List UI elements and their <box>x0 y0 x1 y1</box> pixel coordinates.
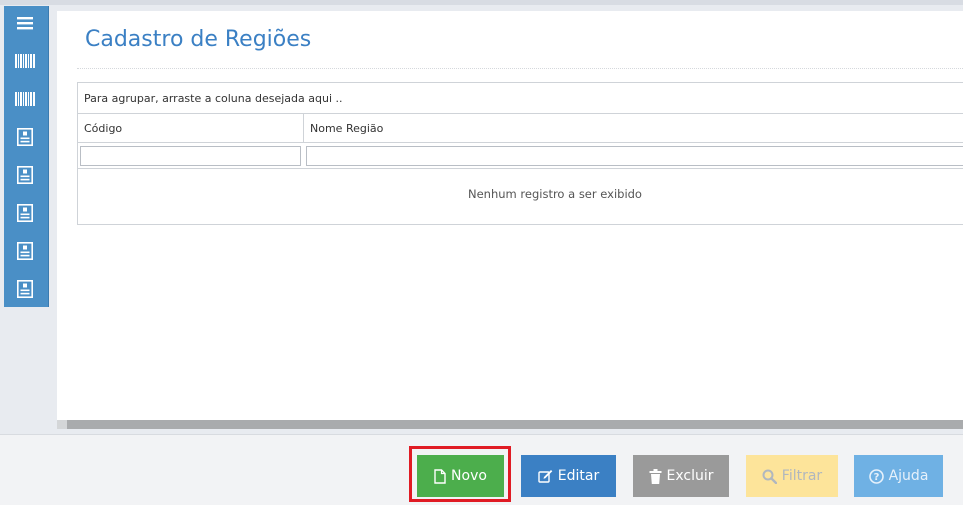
sidebar <box>4 6 49 307</box>
document-icon[interactable] <box>14 240 36 262</box>
filter-input-codigo[interactable] <box>80 146 301 166</box>
filter-row <box>78 143 963 169</box>
data-grid: Para agrupar, arraste a coluna desejada … <box>77 82 963 225</box>
filtrar-button[interactable]: Filtrar <box>746 455 838 497</box>
document-icon[interactable] <box>14 164 36 186</box>
group-by-panel[interactable]: Para agrupar, arraste a coluna desejada … <box>78 83 963 114</box>
document-icon[interactable] <box>14 278 36 300</box>
editar-button[interactable]: Editar <box>521 455 616 497</box>
column-header-codigo[interactable]: Código <box>78 114 304 143</box>
novo-label: Novo <box>451 468 487 484</box>
trash-icon <box>649 468 662 484</box>
document-icon[interactable] <box>14 202 36 224</box>
help-icon: ? <box>868 468 884 484</box>
edit-icon <box>538 469 553 483</box>
menu-icon[interactable] <box>14 12 36 34</box>
content-panel: Cadastro de Regiões Para agrupar, arrast… <box>57 11 963 420</box>
scrollbar-track <box>57 420 67 429</box>
svg-text:?: ? <box>873 472 879 483</box>
top-border <box>0 0 963 5</box>
horizontal-scrollbar[interactable] <box>67 420 963 429</box>
new-file-icon <box>434 468 446 484</box>
filter-input-nome-regiao[interactable] <box>306 146 963 166</box>
barcode-icon[interactable] <box>14 88 36 110</box>
document-icon[interactable] <box>14 126 36 148</box>
empty-message: Nenhum registro a ser exibido <box>468 187 642 201</box>
column-header-nome-regiao[interactable]: Nome Região <box>304 114 963 143</box>
search-icon <box>762 469 777 484</box>
novo-button[interactable]: Novo <box>417 455 504 497</box>
excluir-button[interactable]: Excluir <box>633 455 729 497</box>
barcode-icon[interactable] <box>14 50 36 72</box>
filtrar-label: Filtrar <box>781 468 823 484</box>
ajuda-button[interactable]: ? Ajuda <box>854 455 943 497</box>
excluir-label: Excluir <box>666 468 714 484</box>
title-divider <box>77 68 963 69</box>
ajuda-label: Ajuda <box>888 468 929 484</box>
editar-label: Editar <box>557 468 600 484</box>
page-title: Cadastro de Regiões <box>85 27 312 52</box>
